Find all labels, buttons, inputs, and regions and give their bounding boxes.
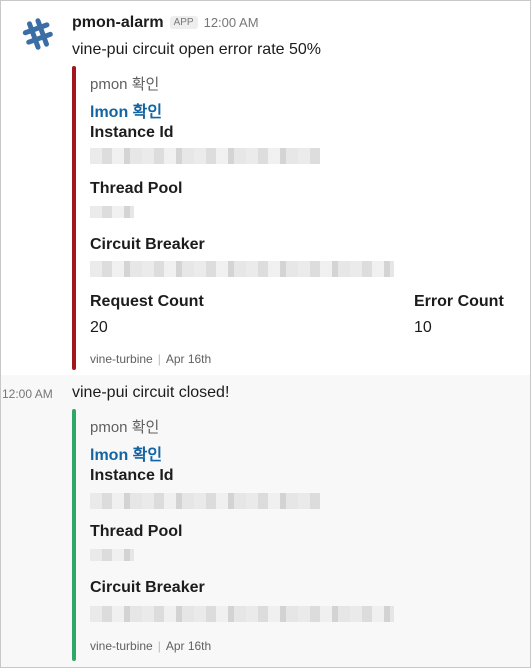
attachment: pmon 확인 lmon 확인 Instance Id Thread Pool … <box>72 409 522 661</box>
footer-source: vine-turbine <box>90 352 153 366</box>
attachment-pretext: pmon 확인 <box>90 419 160 436</box>
message-timestamp-hover[interactable]: 12:00 AM <box>2 387 53 401</box>
redacted-circuit-breaker <box>90 261 394 277</box>
field-title-instance-id: Instance Id <box>90 124 174 141</box>
field-title-request-count: Request Count <box>90 293 204 310</box>
message-alarm-open: pmon-alarm APP 12:00 AM vine-pui circuit… <box>0 0 531 375</box>
message-header: pmon-alarm APP 12:00 AM <box>72 14 259 32</box>
field-title-thread-pool: Thread Pool <box>90 180 183 197</box>
attachment-footer: vine-turbine | Apr 16th <box>90 352 211 366</box>
field-title-instance-id: Instance Id <box>90 467 174 484</box>
sender-name[interactable]: pmon-alarm <box>72 14 164 32</box>
field-value-request-count: 20 <box>90 319 108 336</box>
attachment-color-bar <box>72 66 76 370</box>
message-alarm-closed: 12:00 AM vine-pui circuit closed! pmon 확… <box>0 375 531 668</box>
app-avatar-icon[interactable] <box>18 14 58 54</box>
message-text: vine-pui circuit open error rate 50% <box>72 41 322 58</box>
attachment-link[interactable]: lmon 확인 <box>90 441 162 465</box>
attachment: pmon 확인 lmon 확인 Instance Id Thread Pool … <box>72 66 522 370</box>
field-title-thread-pool: Thread Pool <box>90 523 183 540</box>
field-value-error-count: 10 <box>414 319 432 336</box>
attachment-pretext: pmon 확인 <box>90 76 160 93</box>
footer-date[interactable]: Apr 16th <box>166 639 211 653</box>
field-title-circuit-breaker: Circuit Breaker <box>90 236 205 253</box>
footer-source: vine-turbine <box>90 639 153 653</box>
app-badge: APP <box>169 16 198 29</box>
message-timestamp[interactable]: 12:00 AM <box>204 15 259 30</box>
field-title-error-count: Error Count <box>414 293 504 310</box>
footer-separator: | <box>157 639 161 653</box>
attachment-link[interactable]: lmon 확인 <box>90 98 162 122</box>
field-title-circuit-breaker: Circuit Breaker <box>90 579 205 596</box>
footer-separator: | <box>157 352 161 366</box>
redacted-thread-pool <box>90 206 134 218</box>
redacted-instance-id <box>90 493 320 509</box>
attachment-footer: vine-turbine | Apr 16th <box>90 639 211 653</box>
message-text: vine-pui circuit closed! <box>72 384 230 401</box>
redacted-thread-pool <box>90 549 134 561</box>
footer-date[interactable]: Apr 16th <box>166 352 211 366</box>
attachment-color-bar <box>72 409 76 661</box>
redacted-instance-id <box>90 148 320 164</box>
redacted-circuit-breaker <box>90 606 394 622</box>
